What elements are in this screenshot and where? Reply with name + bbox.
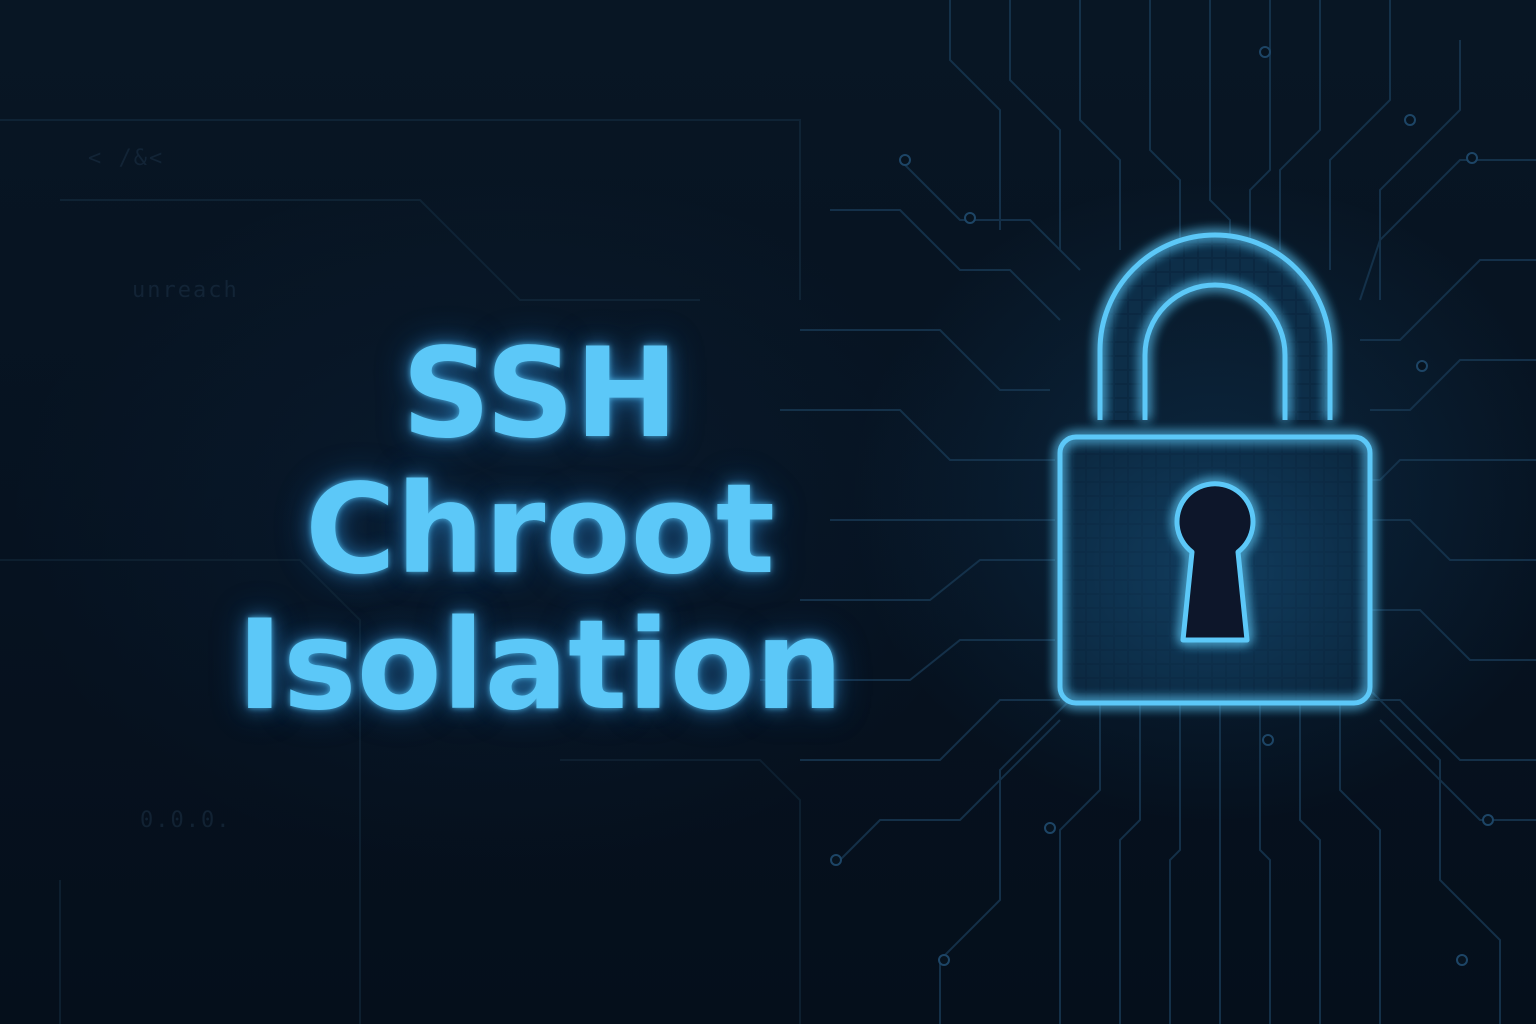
title-line-1: SSH bbox=[401, 322, 679, 466]
banner-title: SSH Chroot Isolation bbox=[160, 326, 920, 734]
background-code-text: 0.0.0. bbox=[140, 808, 232, 833]
background-code-text: unreach bbox=[132, 278, 239, 303]
hero-banner: < /&< unreach 0.0.0. SSH Chroot Isolatio… bbox=[0, 0, 1536, 1024]
background-code-text: < /&< bbox=[88, 146, 165, 171]
padlock-icon bbox=[1030, 230, 1400, 730]
title-line-3: Isolation bbox=[236, 594, 844, 738]
title-line-2: Chroot bbox=[304, 458, 776, 602]
